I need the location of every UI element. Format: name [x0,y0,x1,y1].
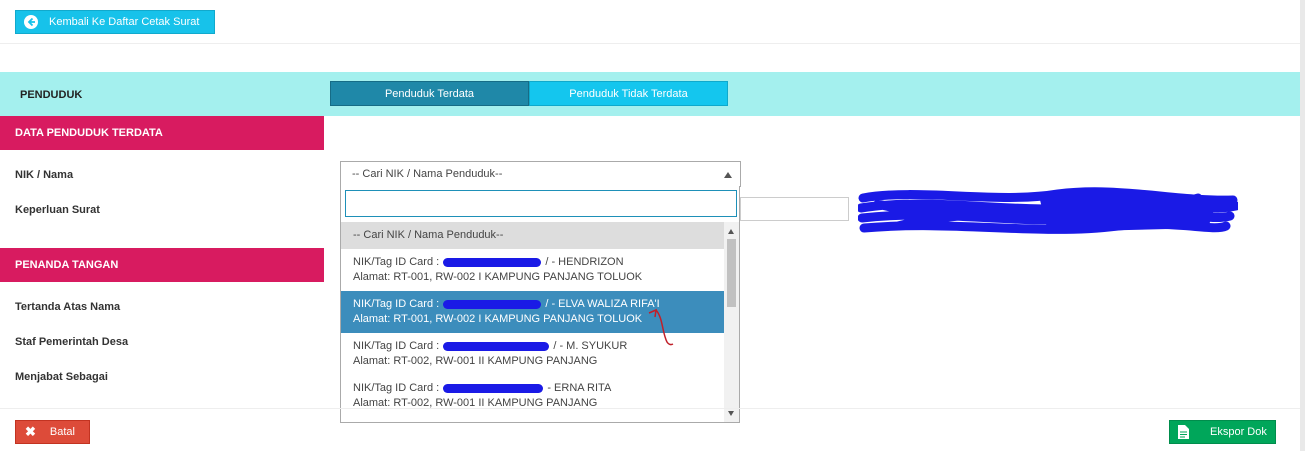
annotation-arrow [648,308,674,346]
back-button-label: Kembali Ke Daftar Cetak Surat [49,16,200,28]
batal-label: Batal [49,426,75,438]
footer-divider [0,408,1300,409]
section-penanda-tangan: PENANDA TANGAN [0,248,324,282]
dropdown-option[interactable]: NIK/Tag ID Card : / - HENDRIZON Alamat: … [341,249,725,291]
option-line1: NIK/Tag ID Card : / - HENDRIZON [353,255,713,270]
option-name: / - M. SYUKUR [553,340,628,352]
tab-label: Penduduk Tidak Terdata [569,87,688,100]
penduduk-label: PENDUDUK [20,89,83,101]
menjabat-sebagai-label: Menjabat Sebagai [15,371,108,383]
option-text: -- Cari NIK / Nama Penduduk-- [353,229,504,241]
redacted-nik [443,257,542,267]
close-icon: ✖ [25,424,36,439]
batal-button[interactable]: ✖ Batal [15,420,90,444]
select-current-value: -- Cari NIK / Nama Penduduk-- [352,168,503,180]
section-title: DATA PENDUDUK TERDATA [15,127,163,139]
option-nik-prefix: NIK/Tag ID Card : [353,340,440,352]
staf-pemerintah-desa-label: Staf Pemerintah Desa [15,336,129,348]
back-to-list-button[interactable]: Kembali Ke Daftar Cetak Surat [15,10,215,34]
keperluan-surat-input[interactable] [740,197,849,221]
option-nik-prefix: NIK/Tag ID Card : [353,382,440,394]
dropdown-search-input[interactable] [345,190,737,217]
page: Kembali Ke Daftar Cetak Surat PENDUDUK P… [0,0,1305,451]
dropdown-option-placeholder[interactable]: -- Cari NIK / Nama Penduduk-- [341,222,725,249]
document-icon [1178,425,1189,439]
nik-nama-label: NIK / Nama [15,169,74,181]
nik-nama-select[interactable]: -- Cari NIK / Nama Penduduk-- [340,161,741,187]
dropdown-scrollbar[interactable] [724,222,739,422]
ekspor-dok-button[interactable]: Ekspor Dok [1169,420,1276,444]
redacted-nik [443,383,544,393]
tab-label: Penduduk Terdata [384,87,475,100]
redacted-nik [443,299,542,309]
nik-nama-dropdown: -- Cari NIK / Nama Penduduk-- NIK/Tag ID… [340,186,740,423]
option-nik-prefix: NIK/Tag ID Card : [353,256,440,268]
tertanda-atas-nama-label: Tertanda Atas Nama [15,301,121,313]
tab-penduduk-terdata[interactable]: Penduduk Terdata [330,81,529,106]
dropdown-option[interactable]: NIK/Tag ID Card : - ERNA RITA Alamat: RT… [341,375,725,417]
keperluan-surat-label: Keperluan Surat [15,204,100,216]
redacted-nik [443,341,550,351]
penduduk-bar: PENDUDUK Penduduk Terdata Penduduk Tidak… [0,72,1300,116]
section-data-penduduk-terdata: DATA PENDUDUK TERDATA [0,116,324,150]
caret-up-icon [724,172,732,178]
option-name: / - HENDRIZON [545,256,624,268]
option-address: Alamat: RT-001, RW-002 I KAMPUNG PANJANG… [353,271,643,283]
tab-penduduk-tidak-terdata[interactable]: Penduduk Tidak Terdata [529,81,728,106]
option-nik-prefix: NIK/Tag ID Card : [353,298,440,310]
scroll-up-icon[interactable] [728,229,734,234]
arrow-left-circle-icon [24,15,38,29]
scrollbar-thumb[interactable] [727,239,736,307]
option-address: Alamat: RT-002, RW-001 II KAMPUNG PANJAN… [353,355,598,367]
divider [0,43,1300,44]
scroll-down-icon[interactable] [728,411,734,416]
redaction-scribble [858,187,1238,234]
window-edge [1300,0,1305,451]
ekspor-label: Ekspor Dok [1210,426,1267,438]
section-title: PENANDA TANGAN [15,259,119,271]
option-line1: NIK/Tag ID Card : - ERNA RITA [353,381,713,396]
option-name: - ERNA RITA [547,382,612,394]
option-name: / - ELVA WALIZA RIFA'I [545,298,660,310]
